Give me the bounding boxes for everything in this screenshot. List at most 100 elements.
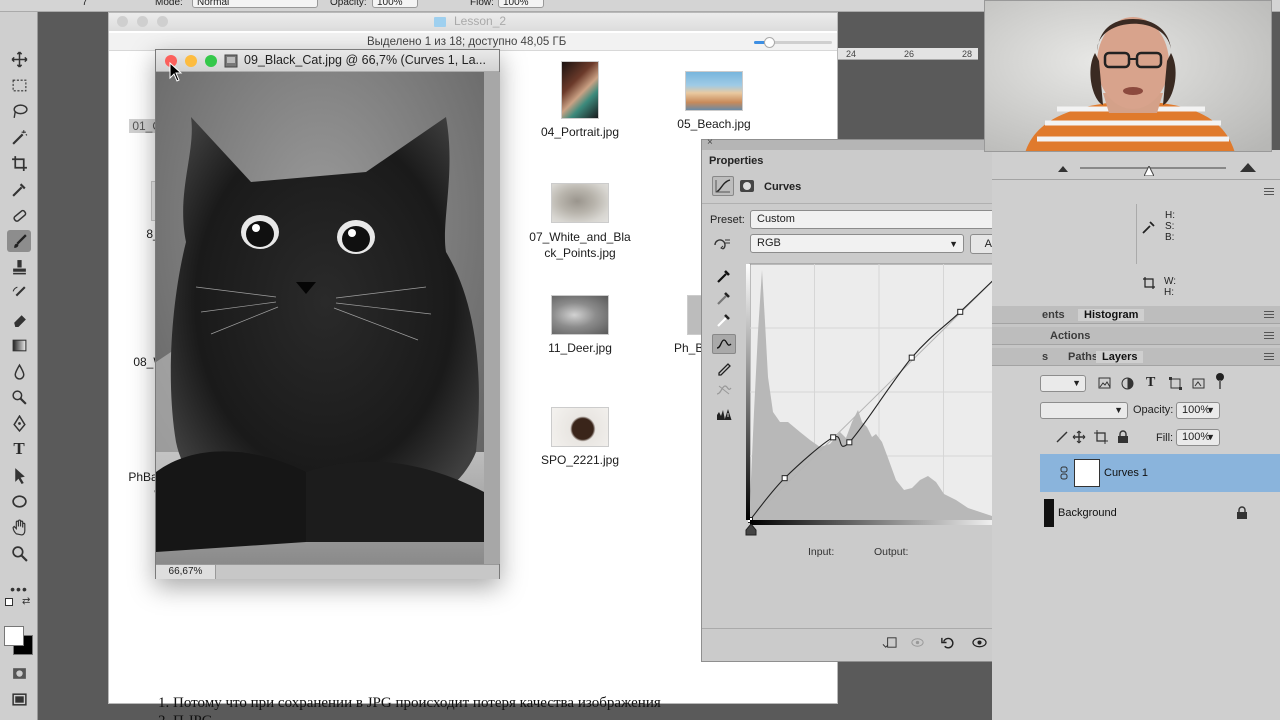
white-point-eyedropper-icon[interactable] <box>712 310 736 330</box>
file-05-beach[interactable]: 05_Beach.jpg <box>657 71 771 131</box>
filter-smart-object-icon[interactable] <box>1192 377 1205 390</box>
path-selection-tool-icon[interactable] <box>7 464 31 486</box>
view-previous-state-icon[interactable] <box>908 634 926 650</box>
tab-layers[interactable]: Layers <box>1096 351 1144 363</box>
gradient-tool-icon[interactable] <box>7 334 31 356</box>
toggle-visibility-icon[interactable] <box>970 634 988 650</box>
hand-tool-icon[interactable] <box>7 516 31 538</box>
layer-opacity-field[interactable]: 100% ▼ <box>1176 402 1220 419</box>
layer-name[interactable]: Curves 1 <box>1104 467 1148 479</box>
icon-size-slider-knob[interactable] <box>764 37 775 48</box>
curve-control-point[interactable] <box>846 439 853 446</box>
lock-all-icon[interactable] <box>1117 430 1129 444</box>
histogram-menu-icon[interactable] <box>1264 311 1274 318</box>
on-image-adjust-icon[interactable] <box>712 236 732 252</box>
history-brush-tool-icon[interactable] <box>7 282 31 304</box>
tab-actions[interactable]: Actions <box>1050 330 1090 342</box>
file-11-deer[interactable]: 11_Deer.jpg <box>523 295 637 355</box>
filter-shape-icon[interactable] <box>1169 377 1182 390</box>
ellipse-tool-icon[interactable] <box>7 490 31 512</box>
filter-type-icon[interactable]: T <box>1146 375 1155 391</box>
layer-row-curves-1[interactable]: Curves 1 <box>1040 454 1280 492</box>
minimize-button[interactable] <box>185 55 197 67</box>
screen-mode-icon[interactable] <box>7 688 31 710</box>
layer-mask-thumbnail[interactable] <box>1074 459 1100 487</box>
zoom-in-mountain-icon[interactable] <box>1240 162 1256 172</box>
clipping-warning-icon[interactable] <box>712 404 736 424</box>
zoom-out-mountain-icon[interactable] <box>1058 164 1068 172</box>
foreground-color-swatch[interactable] <box>4 626 24 646</box>
tab-paths[interactable]: Paths <box>1060 351 1098 363</box>
filter-pixel-icon[interactable] <box>1098 377 1111 389</box>
lock-artboard-icon[interactable] <box>1094 430 1108 444</box>
layer-fill-field[interactable]: 100% ▼ <box>1176 429 1220 446</box>
crop-tool-icon[interactable] <box>7 152 31 174</box>
move-tool-icon[interactable] <box>7 48 31 70</box>
blur-tool-icon[interactable] <box>7 360 31 382</box>
zoom-tool-icon[interactable] <box>7 542 31 564</box>
layer-name[interactable]: Background <box>1058 507 1117 519</box>
black-point-slider-icon[interactable] <box>745 524 757 536</box>
type-tool-icon[interactable]: T <box>7 438 31 460</box>
eyedropper-tool-icon[interactable] <box>7 178 31 200</box>
file-07-white-black-points[interactable]: 07_White_and_Bla ck_Points.jpg <box>523 183 637 261</box>
lock-transparent-icon[interactable] <box>1056 431 1068 443</box>
marquee-tool-icon[interactable] <box>7 74 31 96</box>
curves-graph[interactable] <box>745 262 1015 536</box>
healing-brush-tool-icon[interactable] <box>7 204 31 226</box>
filter-toggle-icon[interactable] <box>1216 373 1224 389</box>
file-spo-2221[interactable]: SPO_2221.jpg <box>523 407 637 467</box>
file-04-portrait[interactable]: 04_Portrait.jpg <box>523 61 637 139</box>
swap-colors-icon[interactable]: ⇄ <box>22 596 30 607</box>
tab-adjustments[interactable]: ents <box>1042 309 1065 321</box>
curves-graph-svg[interactable] <box>747 262 1014 524</box>
dodge-tool-icon[interactable] <box>7 386 31 408</box>
properties-tab[interactable]: Properties <box>702 152 768 170</box>
curves-adjustment-icon[interactable] <box>712 176 734 196</box>
info-panel-menu-icon[interactable] <box>1264 188 1274 195</box>
layers-menu-icon[interactable] <box>1264 353 1274 360</box>
document-scrollbar[interactable] <box>484 72 500 564</box>
layer-mask-icon[interactable] <box>740 180 754 192</box>
opacity-field[interactable]: 100% <box>372 0 418 8</box>
filter-adjustment-icon[interactable] <box>1121 377 1134 390</box>
clip-to-layer-icon[interactable] <box>880 634 898 650</box>
image-canvas[interactable] <box>156 72 484 564</box>
curve-control-point[interactable] <box>830 434 837 441</box>
actions-menu-icon[interactable] <box>1264 332 1274 339</box>
eraser-tool-icon[interactable] <box>7 308 31 330</box>
flow-field[interactable]: 100% <box>498 0 544 8</box>
finder-zoom-button[interactable] <box>157 16 168 27</box>
panel-collapse-icon[interactable]: × <box>707 137 713 148</box>
curve-control-point[interactable] <box>908 354 915 361</box>
tab-channels[interactable]: s <box>1042 351 1048 363</box>
layer-mask-link-icon[interactable] <box>1060 466 1068 480</box>
black-point-eyedropper-icon[interactable] <box>712 266 736 286</box>
curve-points-tool-icon[interactable] <box>712 334 736 354</box>
zoom-button[interactable] <box>205 55 217 67</box>
layer-filter-select[interactable]: ▼ <box>1040 375 1086 392</box>
layer-row-background[interactable]: Background <box>1040 494 1280 532</box>
channel-select[interactable]: RGB ▼ <box>750 234 964 253</box>
magic-wand-tool-icon[interactable] <box>7 126 31 148</box>
zoom-level[interactable]: 66,67% <box>156 565 216 579</box>
default-colors-icon[interactable] <box>5 598 13 606</box>
finder-minimize-button[interactable] <box>137 16 148 27</box>
mode-select[interactable]: Normal <box>192 0 318 8</box>
gray-point-eyedropper-icon[interactable] <box>712 288 736 308</box>
quick-mask-icon[interactable] <box>7 662 31 684</box>
navigator-zoom-knob-icon[interactable] <box>1144 166 1154 176</box>
brush-tool-icon[interactable] <box>7 230 31 252</box>
preset-select[interactable]: Custom▼ <box>750 210 1022 229</box>
document-titlebar[interactable]: 09_Black_Cat.jpg @ 66,7% (Curves 1, La..… <box>156 50 499 72</box>
pencil-draw-tool-icon[interactable] <box>712 358 736 378</box>
clone-stamp-tool-icon[interactable] <box>7 256 31 278</box>
layer-visibility-icon[interactable] <box>1046 465 1054 481</box>
reset-adjustment-icon[interactable] <box>938 634 956 650</box>
lock-position-icon[interactable] <box>1072 430 1086 444</box>
finder-close-button[interactable] <box>117 16 128 27</box>
curve-control-point[interactable] <box>957 308 964 315</box>
tab-histogram[interactable]: Histogram <box>1078 309 1145 321</box>
layer-thumbnail[interactable] <box>1044 499 1054 527</box>
curve-control-point[interactable] <box>781 475 788 482</box>
